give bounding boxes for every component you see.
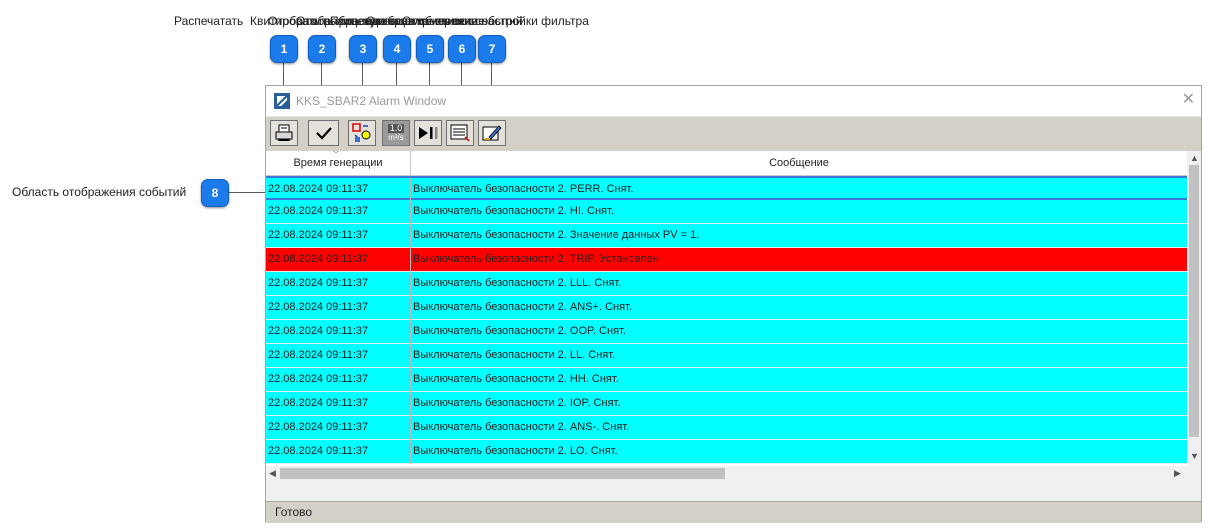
event-message: Выключатель безопасности 2. ANS-. Снят. (413, 421, 630, 433)
status-bar: Готово (266, 501, 1201, 523)
event-row[interactable]: 22.08.2024 09:11:37 Выключатель безопасно… (266, 296, 1187, 320)
faceplate-button[interactable] (348, 120, 376, 146)
close-icon[interactable]: ✕ (1182, 91, 1195, 109)
callout-badge-3: 3 (349, 35, 377, 63)
event-row[interactable]: 22.08.2024 09:11:37 Выключатель безопасно… (266, 200, 1187, 224)
pause-play-icon (419, 127, 438, 139)
acknowledge-check-icon (315, 127, 332, 140)
callout-badge-7: 7 (478, 35, 506, 63)
event-message: Выключатель безопасности 2. IOP. Снят. (413, 397, 621, 409)
event-message: Выключатель безопасности 2. LO. Снят. (413, 445, 618, 457)
callout-badge-6: 6 (448, 35, 476, 63)
acknowledge-button[interactable] (308, 120, 339, 146)
event-message: Выключатель безопасности 2. OOP. Снят. (413, 325, 626, 337)
filter-settings-button[interactable] (478, 120, 506, 146)
window-title: KKS_SBAR2 Alarm Window (296, 94, 447, 108)
horizontal-scrollbar[interactable]: ◀ ▶ (266, 466, 1201, 481)
vertical-scrollbar[interactable]: ▲ ▼ (1187, 151, 1201, 466)
event-rows: 22.08.2024 09:11:37 Выключатель безопасно… (266, 176, 1187, 464)
event-time: 22.08.2024 09:11:37 (268, 373, 369, 385)
sort-caret-icon: ﹀ (332, 151, 340, 159)
event-message: Выключатель безопасности 2. HI. Снят. (413, 205, 614, 217)
event-time: 22.08.2024 09:11:37 (268, 229, 369, 241)
units-button[interactable]: 1.0 m³/s (382, 120, 410, 146)
callout-badge-2: 2 (308, 35, 336, 63)
vertical-scroll-thumb[interactable] (1189, 165, 1199, 437)
event-row[interactable]: 22.08.2024 09:11:37 Выключатель безопасно… (266, 248, 1187, 272)
app-logo-icon (274, 93, 290, 109)
event-row[interactable]: 22.08.2024 09:11:37 Выключатель безопасно… (266, 272, 1187, 296)
filter-settings-icon (482, 125, 502, 141)
column-header-message-label: Сообщение (769, 157, 829, 169)
event-message: Выключатель безопасности 2. LLL. Снят. (413, 277, 622, 289)
scroll-up-icon[interactable]: ▲ (1190, 153, 1199, 163)
event-message: Выключатель безопасности 2. TRIP. Устано… (413, 253, 659, 265)
event-list-icon (450, 124, 470, 142)
callout-label-events-area: Область отображения событий (12, 185, 187, 199)
print-icon (275, 124, 293, 141)
events-grid: ﹀ Время генерации Сообщение 22.08.2024 0… (266, 151, 1201, 481)
event-row[interactable]: 22.08.2024 09:11:37 Выключатель безопасно… (266, 440, 1187, 464)
callout-badge-8: 8 (201, 179, 229, 207)
event-time: 22.08.2024 09:11:37 (268, 205, 369, 217)
event-row[interactable]: 22.08.2024 09:11:37 Выключатель безопасно… (266, 368, 1187, 392)
horizontal-scroll-thumb[interactable] (280, 468, 725, 479)
column-header-message[interactable]: Сообщение (411, 151, 1187, 175)
status-text: Готово (275, 505, 313, 519)
event-time: 22.08.2024 09:11:37 (268, 445, 369, 457)
event-message: Выключатель безопасности 2. ANS+. Снят. (413, 301, 632, 313)
event-time: 22.08.2024 09:11:37 (268, 421, 369, 433)
event-time: 22.08.2024 09:11:37 (268, 397, 369, 409)
event-row[interactable]: 22.08.2024 09:11:37 Выключатель безопасно… (266, 344, 1187, 368)
scroll-right-icon[interactable]: ▶ (1174, 468, 1181, 479)
event-list-button[interactable] (446, 120, 474, 146)
event-message: Выключатель безопасности 2. HH. Снят. (413, 373, 619, 385)
units-unit: m³/s (388, 133, 404, 142)
event-time: 22.08.2024 09:11:37 (268, 253, 369, 265)
faceplate-icon (352, 123, 371, 142)
units-value: 1.0 (387, 123, 405, 133)
event-row[interactable]: 22.08.2024 09:11:37 Выключатель безопасно… (266, 392, 1187, 416)
event-row[interactable]: 22.08.2024 09:11:37 Выключатель безопасно… (266, 320, 1187, 344)
event-time: 22.08.2024 09:11:37 (268, 349, 369, 361)
event-row[interactable]: 22.08.2024 09:11:37 Выключатель безопасно… (266, 416, 1187, 440)
grid-header: ﹀ Время генерации Сообщение (266, 151, 1187, 176)
callout-label-filter: Открыть окно настройки фильтра (402, 14, 589, 28)
callout-badge-1: 1 (270, 35, 298, 63)
scroll-down-icon[interactable]: ▼ (1190, 451, 1199, 461)
event-time: 22.08.2024 09:11:37 (268, 325, 369, 337)
scroll-left-icon[interactable]: ◀ (269, 468, 276, 479)
toolbar: 1.0 m³/s (266, 116, 1201, 152)
column-header-time[interactable]: ﹀ Время генерации (266, 151, 411, 175)
event-message: Выключатель безопасности 2. Значение дан… (413, 229, 700, 241)
callout-label-print: Распечатать (174, 14, 244, 28)
callout-badge-5: 5 (416, 35, 444, 63)
alarm-window: KKS_SBAR2 Alarm Window ✕ 1.0 m³/s ﹀ Врем… (265, 85, 1202, 523)
event-row[interactable]: 22.08.2024 09:11:37 Выключатель безопасно… (266, 176, 1187, 202)
event-time: 22.08.2024 09:11:37 (268, 301, 369, 313)
callout-badge-4: 4 (383, 35, 411, 63)
event-message: Выключатель безопасности 2. LL. Снят. (413, 349, 616, 361)
title-bar[interactable]: KKS_SBAR2 Alarm Window ✕ (266, 86, 1201, 116)
leader-line-8 (229, 192, 266, 193)
print-button[interactable] (270, 120, 298, 146)
units-icon: 1.0 m³/s (387, 123, 405, 142)
pause-play-button[interactable] (414, 120, 442, 146)
event-time: 22.08.2024 09:11:37 (268, 183, 369, 195)
event-time: 22.08.2024 09:11:37 (268, 277, 369, 289)
event-row[interactable]: 22.08.2024 09:11:37 Выключатель безопасно… (266, 224, 1187, 248)
event-message: Выключатель безопасности 2. PERR. Снят. (413, 183, 634, 195)
